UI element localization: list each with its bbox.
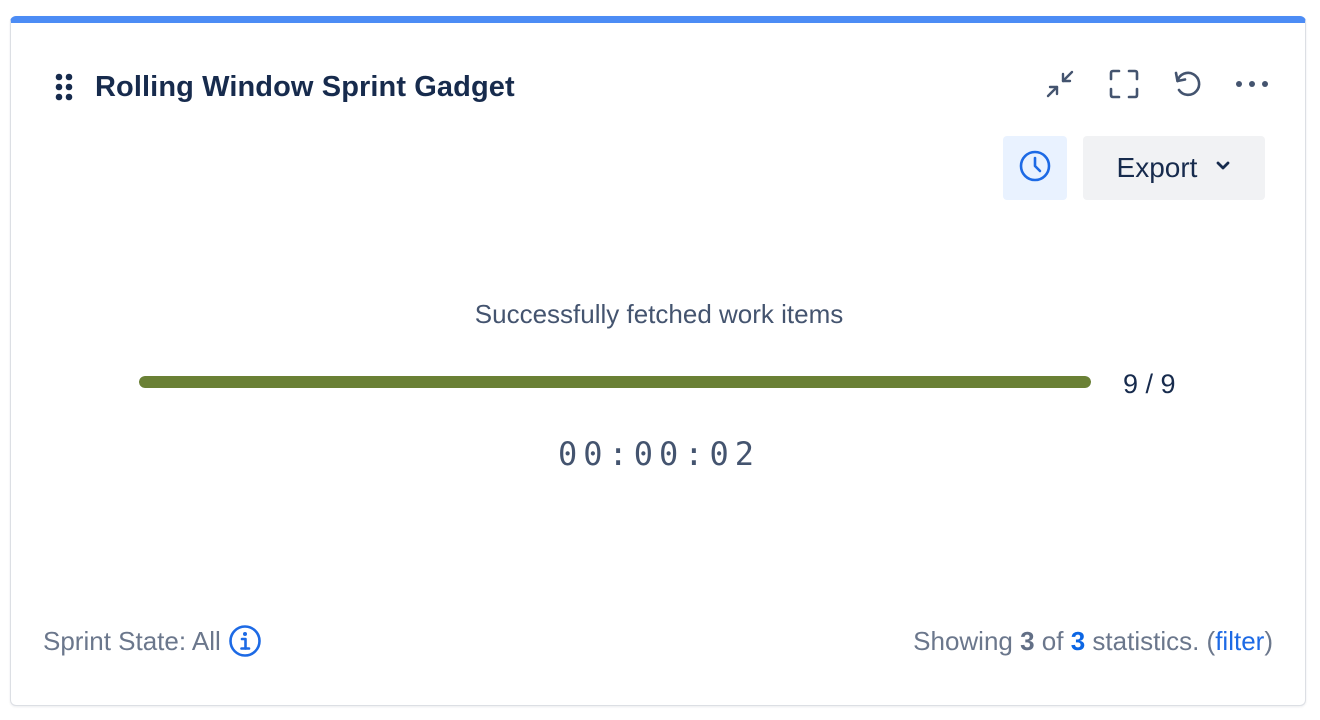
export-label: Export bbox=[1116, 152, 1198, 183]
showing-prefix: Showing bbox=[913, 626, 1021, 656]
elapsed-timer: 00:00:02 bbox=[557, 435, 761, 473]
progress-count: 9 / 9 bbox=[1123, 369, 1176, 399]
gadget-header: Rolling Window Sprint Gadget bbox=[53, 63, 515, 111]
statistics-summary: Showing 3 of 3 statistics. (filter) bbox=[913, 626, 1273, 657]
gadget-title: Rolling Window Sprint Gadget bbox=[95, 70, 515, 103]
clock-icon bbox=[1018, 149, 1052, 188]
info-icon[interactable] bbox=[227, 623, 263, 659]
gadget-toolbar: Export bbox=[1003, 136, 1265, 200]
more-options-icon[interactable] bbox=[1231, 63, 1273, 105]
header-actions bbox=[1039, 63, 1273, 105]
sprint-state-label: Sprint State: All bbox=[43, 625, 221, 656]
sprint-state: Sprint State: All bbox=[43, 623, 263, 659]
shown-count: 3 bbox=[1020, 626, 1035, 656]
history-button[interactable] bbox=[1003, 136, 1067, 200]
drag-handle-icon[interactable] bbox=[53, 70, 75, 104]
statistics-suffix: statistics. ( bbox=[1085, 626, 1216, 656]
fullscreen-icon[interactable] bbox=[1103, 63, 1145, 105]
progress-bar-fill bbox=[139, 376, 1091, 388]
of-text: of bbox=[1034, 626, 1071, 656]
chevron-down-icon bbox=[1215, 159, 1231, 177]
filter-link[interactable]: filter bbox=[1215, 626, 1264, 656]
refresh-icon[interactable] bbox=[1167, 63, 1209, 105]
progress-bar bbox=[139, 376, 1091, 388]
fetch-status-text: Successfully fetched work items bbox=[474, 299, 844, 329]
minimize-icon[interactable] bbox=[1039, 63, 1081, 105]
rolling-window-sprint-gadget: Rolling Window Sprint Gadget Export Succ… bbox=[10, 16, 1306, 706]
total-count-link[interactable]: 3 bbox=[1071, 626, 1085, 656]
export-button[interactable]: Export bbox=[1083, 136, 1265, 200]
close-paren: ) bbox=[1264, 626, 1273, 656]
